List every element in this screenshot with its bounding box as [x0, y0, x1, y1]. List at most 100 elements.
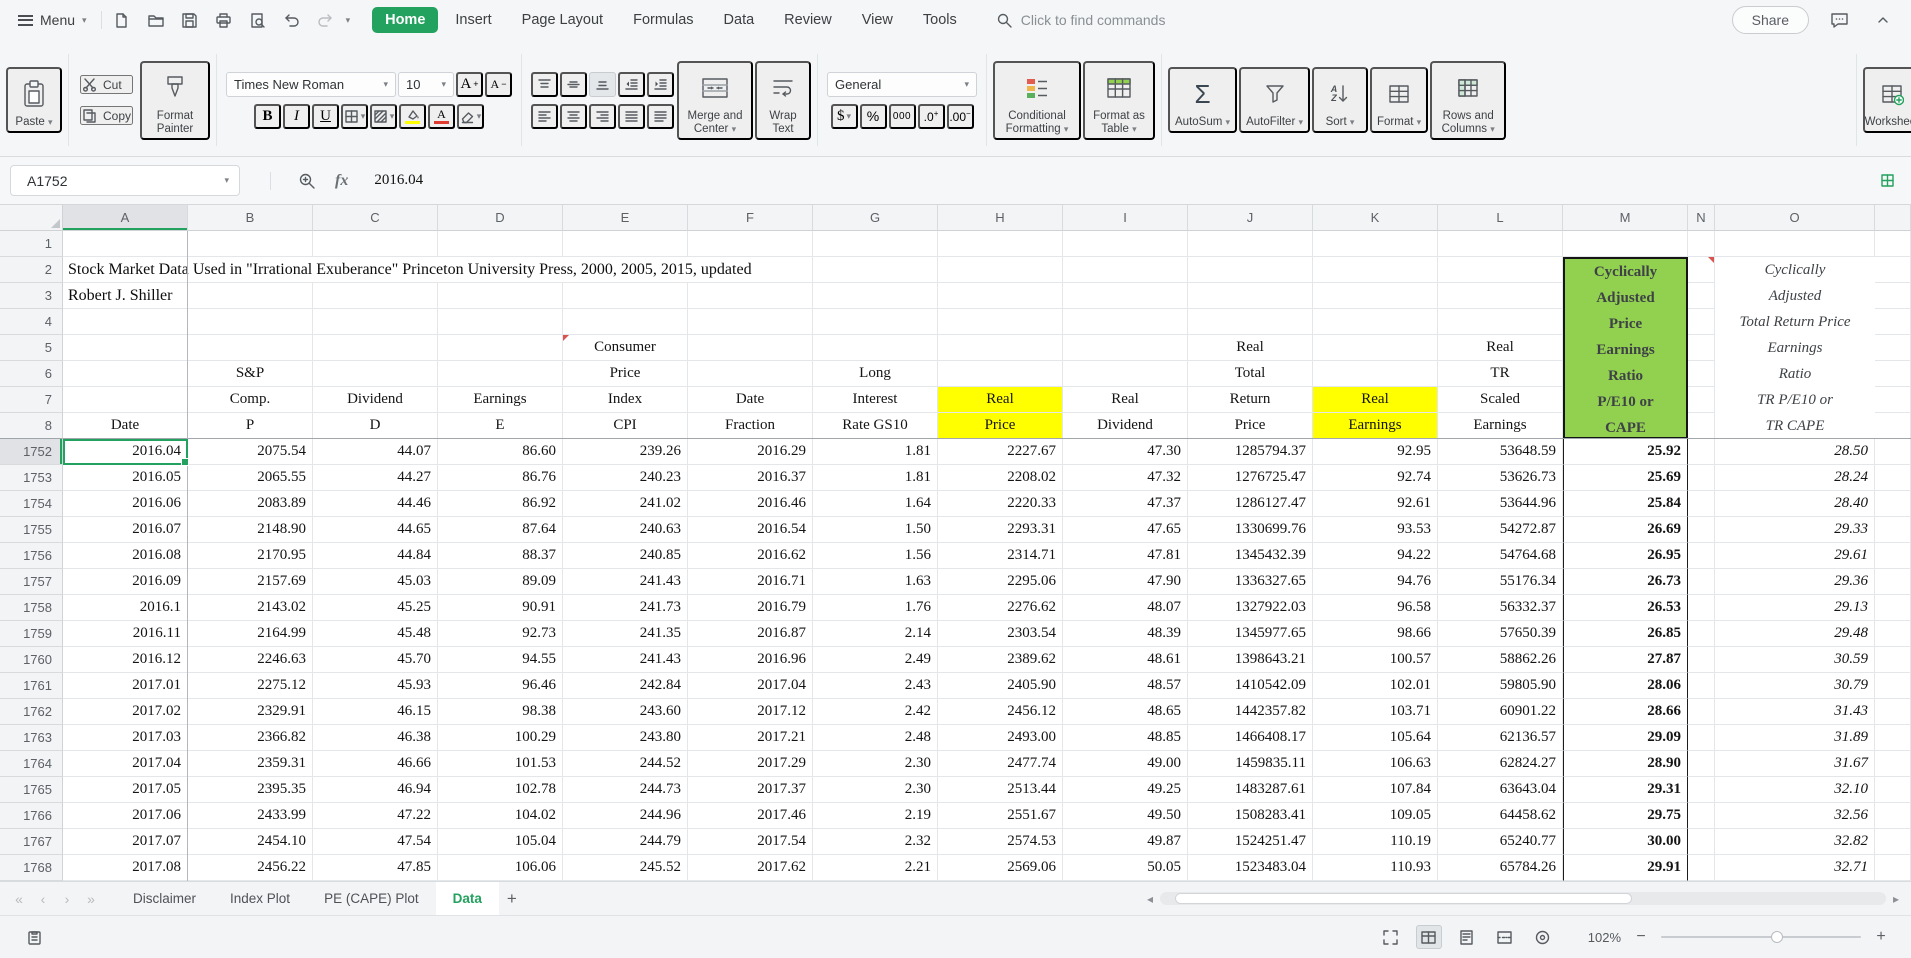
number-format-select[interactable]: General▾ [827, 72, 977, 97]
cell-B1765[interactable]: 2395.35 [188, 777, 313, 803]
cell-K7[interactable]: Real [1313, 387, 1438, 413]
column-header-L[interactable]: L [1438, 205, 1563, 231]
cell-E1753[interactable]: 240.23 [563, 465, 688, 491]
cell-H1764[interactable]: 2477.74 [938, 751, 1063, 777]
cell-C1765[interactable]: 46.94 [313, 777, 438, 803]
cell-D1765[interactable]: 102.78 [438, 777, 563, 803]
cell-N2[interactable] [1688, 257, 1715, 283]
cell-K1766[interactable]: 109.05 [1313, 803, 1438, 829]
zoom-formula-icon[interactable] [293, 168, 321, 194]
cell-G1765[interactable]: 2.30 [813, 777, 938, 803]
cell-C1752[interactable]: 44.07 [313, 439, 438, 465]
cell-M1753[interactable]: 25.69 [1563, 465, 1688, 491]
cell-M1757[interactable]: 26.73 [1563, 569, 1688, 595]
zoom-level[interactable]: 102% [1588, 930, 1621, 945]
cell-B1766[interactable]: 2433.99 [188, 803, 313, 829]
cell-O1759[interactable]: 29.48 [1715, 621, 1875, 647]
cell-A1768[interactable]: 2017.08 [63, 855, 188, 881]
cell-B1759[interactable]: 2164.99 [188, 621, 313, 647]
cell-N1758[interactable] [1688, 595, 1715, 621]
fx-icon[interactable]: fx [335, 172, 348, 190]
cell-E2[interactable] [563, 257, 688, 283]
row-header-1767[interactable]: 1767 [0, 829, 63, 855]
cell-O1756[interactable]: 29.61 [1715, 543, 1875, 569]
cell-L1765[interactable]: 63643.04 [1438, 777, 1563, 803]
cell-E8[interactable]: CPI [563, 413, 688, 439]
cell-L1756[interactable]: 54764.68 [1438, 543, 1563, 569]
cell-G1764[interactable]: 2.30 [813, 751, 938, 777]
cell-A1[interactable] [63, 231, 188, 257]
cell-P6[interactable] [1875, 361, 1911, 387]
cell-A7[interactable] [63, 387, 188, 413]
clipboard-icon[interactable] [20, 924, 48, 950]
cell-B1767[interactable]: 2454.10 [188, 829, 313, 855]
italic-button[interactable]: I [283, 104, 310, 129]
undo-button[interactable] [278, 7, 306, 33]
cell-E1[interactable] [563, 231, 688, 257]
redo-button[interactable] [312, 7, 340, 33]
cell-F1753[interactable]: 2016.37 [688, 465, 813, 491]
cell-B1[interactable] [188, 231, 313, 257]
distributed-button[interactable] [647, 104, 674, 129]
cell-O3[interactable] [1715, 283, 1875, 309]
merge-and-center-button[interactable]: Merge and Center ▾ [677, 61, 753, 140]
cell-M1765[interactable]: 29.31 [1563, 777, 1688, 803]
cell-D2[interactable] [438, 257, 563, 283]
cell-J1766[interactable]: 1508283.41 [1188, 803, 1313, 829]
cell-E1765[interactable]: 244.73 [563, 777, 688, 803]
cell-H1765[interactable]: 2513.44 [938, 777, 1063, 803]
cell-I1752[interactable]: 47.30 [1063, 439, 1188, 465]
cell-D1756[interactable]: 88.37 [438, 543, 563, 569]
cell-G8[interactable]: Rate GS10 [813, 413, 938, 439]
cell-I8[interactable]: Dividend [1063, 413, 1188, 439]
cell-J1764[interactable]: 1459835.11 [1188, 751, 1313, 777]
cell-C1766[interactable]: 47.22 [313, 803, 438, 829]
cell-K1764[interactable]: 106.63 [1313, 751, 1438, 777]
cell-O7[interactable] [1715, 387, 1875, 413]
cell-L1762[interactable]: 60901.22 [1438, 699, 1563, 725]
cell-C1764[interactable]: 46.66 [313, 751, 438, 777]
cell-K1754[interactable]: 92.61 [1313, 491, 1438, 517]
percent-format-button[interactable]: % [860, 104, 887, 129]
cell-C1761[interactable]: 45.93 [313, 673, 438, 699]
align-center-button[interactable] [560, 104, 587, 129]
cell-E1768[interactable]: 245.52 [563, 855, 688, 881]
cell-C1754[interactable]: 44.46 [313, 491, 438, 517]
cell-A1765[interactable]: 2017.05 [63, 777, 188, 803]
column-header-N[interactable]: N [1688, 205, 1715, 231]
sheet-tab-data[interactable]: Data [436, 882, 499, 915]
cell-H2[interactable] [938, 257, 1063, 283]
cell-D1761[interactable]: 96.46 [438, 673, 563, 699]
cell-I1765[interactable]: 49.25 [1063, 777, 1188, 803]
cell-O4[interactable] [1715, 309, 1875, 335]
previous-sheet-icon[interactable]: ‹ [32, 891, 54, 907]
cell-D1766[interactable]: 104.02 [438, 803, 563, 829]
cell-G1756[interactable]: 1.56 [813, 543, 938, 569]
cell-shading-button[interactable]: ▾ [370, 104, 397, 129]
cell-M1766[interactable]: 29.75 [1563, 803, 1688, 829]
cell-P8[interactable] [1875, 413, 1911, 439]
cell-A1753[interactable]: 2016.05 [63, 465, 188, 491]
cell-E1754[interactable]: 241.02 [563, 491, 688, 517]
fit-to-screen-icon[interactable] [1378, 925, 1404, 949]
cell-J1756[interactable]: 1345432.39 [1188, 543, 1313, 569]
cell-G2[interactable] [813, 257, 938, 283]
cell-P1765[interactable] [1875, 777, 1911, 803]
cell-F4[interactable] [688, 309, 813, 335]
row-header-1754[interactable]: 1754 [0, 491, 63, 517]
cell-B1762[interactable]: 2329.91 [188, 699, 313, 725]
cell-H1754[interactable]: 2220.33 [938, 491, 1063, 517]
cell-C1759[interactable]: 45.48 [313, 621, 438, 647]
cell-M8[interactable] [1563, 413, 1688, 439]
cell-N1761[interactable] [1688, 673, 1715, 699]
cell-N1760[interactable] [1688, 647, 1715, 673]
cell-L1766[interactable]: 64458.62 [1438, 803, 1563, 829]
row-header-1762[interactable]: 1762 [0, 699, 63, 725]
cell-J1762[interactable]: 1442357.82 [1188, 699, 1313, 725]
new-file-button[interactable] [108, 7, 136, 33]
cell-F1768[interactable]: 2017.62 [688, 855, 813, 881]
cell-H1761[interactable]: 2405.90 [938, 673, 1063, 699]
cell-P1757[interactable] [1875, 569, 1911, 595]
increase-indent-button[interactable] [647, 72, 674, 97]
row-header-1756[interactable]: 1756 [0, 543, 63, 569]
